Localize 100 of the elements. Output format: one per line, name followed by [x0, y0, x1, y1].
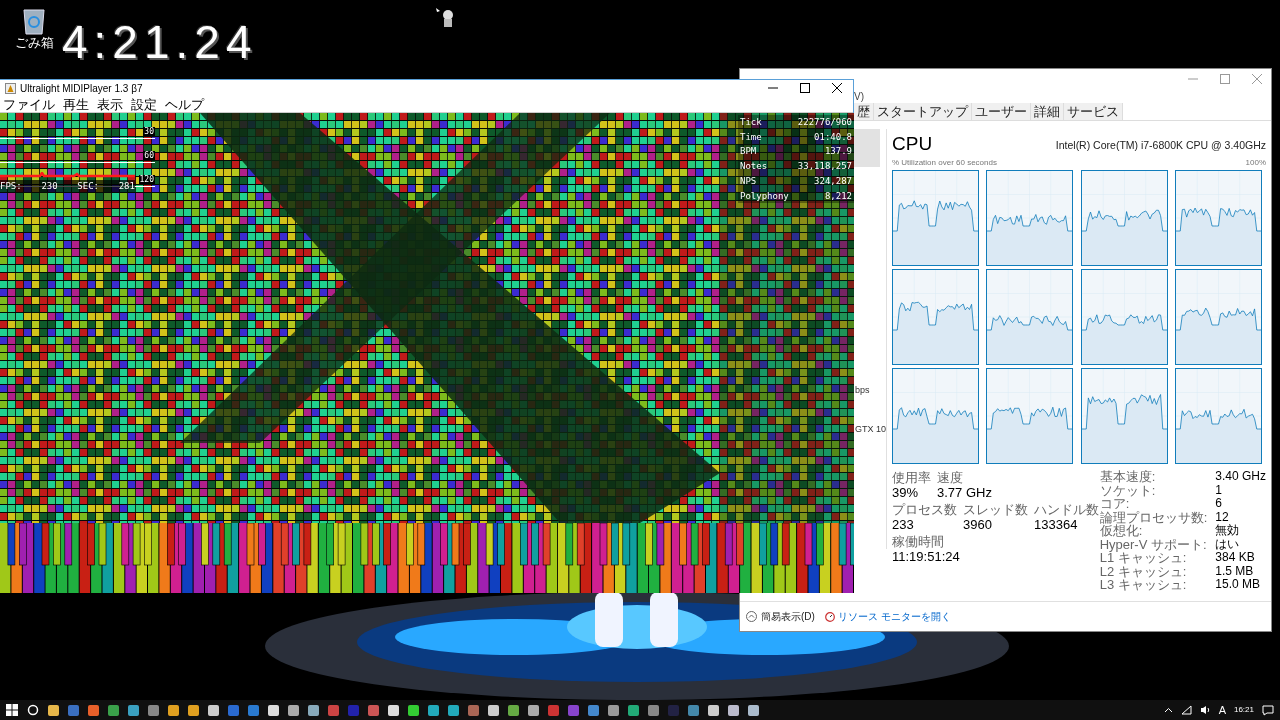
app-icon: [5, 83, 16, 94]
stat-label: Tick: [740, 116, 763, 129]
detail-label: L3 キャッシュ:: [1099, 578, 1188, 592]
taskbar-app-icon[interactable]: [168, 704, 179, 716]
taskbar-app-icon[interactable]: [708, 704, 719, 716]
menu-item[interactable]: 表示: [97, 97, 123, 112]
stat-label: Notes: [740, 160, 769, 174]
tab[interactable]: 歴: [854, 103, 874, 120]
taskbar-app-icon[interactable]: [528, 704, 539, 716]
detail-label: Hyper-V サポート:: [1099, 537, 1208, 551]
windows-logo-icon[interactable]: [6, 704, 18, 716]
menu-item[interactable]: ヘルプ: [165, 97, 204, 112]
taskbar-app-icon[interactable]: [728, 704, 739, 716]
detail-label: L2 キャッシュ:: [1099, 564, 1188, 578]
desktop-icon-label[interactable]: ごみ箱: [14, 36, 54, 50]
detail-value: 6: [1215, 497, 1223, 511]
gauge-icon: [824, 611, 835, 622]
taskbar-app-icon[interactable]: [508, 704, 519, 716]
stat-value: 324,287: [813, 174, 852, 188]
close-icon[interactable]: [831, 81, 843, 95]
menu-item[interactable]: 再生: [63, 97, 89, 112]
stat-label: Polyphony: [740, 189, 789, 203]
sidebar-text: bps: [855, 384, 870, 397]
stat-value: 8,212: [823, 189, 852, 203]
taskbar-app-icon[interactable]: [428, 704, 439, 716]
detail-label: ソケット:: [1099, 483, 1157, 497]
sec-label: SEC:: [77, 181, 99, 191]
fewer-details-button[interactable]: 簡易表示(D): [746, 609, 815, 624]
stat-value: 01:40.8: [813, 130, 852, 144]
graph-axis-label: 60: [143, 151, 155, 160]
stat-label: 速度: [937, 470, 964, 485]
graph-caption: % Utilization over 60 seconds: [892, 157, 997, 169]
taskbar-app-icon[interactable]: [488, 704, 499, 716]
taskbar-app-icon[interactable]: [108, 704, 119, 716]
cpu-heading: CPU: [892, 132, 933, 156]
fps-label: FPS:: [0, 181, 22, 191]
tab[interactable]: スタートアップ: [874, 103, 972, 120]
taskbar-app-icon[interactable]: [128, 704, 139, 716]
taskbar-app-icon[interactable]: [288, 704, 299, 716]
stat-value: 39%: [892, 485, 920, 501]
tab[interactable]: サービス: [1064, 103, 1123, 120]
tab[interactable]: ユーザー: [972, 103, 1031, 120]
stat-value: 133364: [1034, 517, 1079, 533]
stat-value: 3960: [963, 517, 993, 533]
ime-indicator[interactable]: A: [1218, 701, 1226, 719]
sidebar-text: GTX 10: [855, 423, 886, 436]
wifi-icon[interactable]: [1180, 705, 1192, 715]
graph-axis-label: 30: [143, 127, 155, 136]
detail-value: 1.5 MB: [1215, 564, 1255, 578]
taskbar-clock[interactable]: 16:21: [1233, 704, 1254, 716]
chevron-up-icon[interactable]: [1163, 705, 1173, 715]
window-title: Ultralight MIDIPlayer 1.3 β7: [20, 82, 143, 96]
stat-label: スレッド数: [963, 502, 1028, 517]
graph-max-label: 100%: [1245, 157, 1266, 169]
mascot-icon[interactable]: [436, 8, 456, 28]
menu-item[interactable]: 設定: [131, 97, 157, 112]
taskbar-app-icon[interactable]: [628, 704, 639, 716]
graph-axis-label: 120: [138, 175, 155, 184]
detail-label: 仮想化:: [1099, 524, 1144, 538]
stat-label: プロセス数: [892, 502, 957, 517]
sec-value: 281: [118, 181, 135, 191]
search-icon[interactable]: [27, 704, 39, 716]
detail-label: コア:: [1099, 497, 1130, 511]
taskbar-app-icon[interactable]: [188, 704, 199, 716]
stat-label: NPS: [740, 174, 758, 188]
stat-value: 33,118,257: [796, 160, 852, 174]
resource-monitor-link[interactable]: リソース モニターを開く: [824, 609, 951, 624]
speaker-icon[interactable]: [1199, 705, 1211, 715]
taskbar-app-icon[interactable]: [268, 704, 279, 716]
taskbar-app-icon[interactable]: [408, 704, 419, 716]
detail-value: 12: [1215, 510, 1230, 524]
notification-icon[interactable]: [1262, 704, 1274, 716]
stat-label: Time: [740, 130, 763, 144]
stat-value: 222776/960: [796, 116, 852, 129]
stat-value: 11:19:51:24: [892, 549, 960, 565]
stat-label: BPM: [740, 145, 758, 159]
taskbar-app-icon[interactable]: [748, 704, 759, 716]
detail-value: 無効: [1215, 524, 1241, 538]
stat-label: 稼働時間: [892, 534, 945, 549]
taskbar-app-icon[interactable]: [308, 704, 319, 716]
taskbar-app-icon[interactable]: [48, 704, 59, 716]
sidebar-panel: [854, 129, 880, 167]
stat-value: 137.9: [823, 145, 852, 159]
menu-item[interactable]: ファイル: [3, 97, 55, 112]
detail-value: 3.40 GHz: [1215, 470, 1266, 484]
stat-value: 3.77 GHz: [937, 485, 992, 501]
detail-label: 論理プロセッサ数:: [1099, 510, 1208, 524]
fps-value: 230: [41, 181, 58, 191]
detail-value: はい: [1215, 537, 1241, 551]
taskbar-app-icon[interactable]: [388, 704, 399, 716]
tab[interactable]: 詳細: [1031, 103, 1064, 120]
stat-label: 使用率: [892, 470, 931, 485]
taskbar-app-icon[interactable]: [208, 704, 219, 716]
maximize-icon[interactable]: [799, 81, 811, 95]
taskbar-app-icon[interactable]: [608, 704, 619, 716]
stat-label: ハンドル数: [1034, 502, 1099, 517]
detail-label: L1 キャッシュ:: [1099, 551, 1188, 565]
menu-item[interactable]: V): [854, 89, 864, 104]
recycle-bin-icon[interactable]: [20, 6, 48, 36]
taskbar-app-icon[interactable]: [448, 704, 459, 716]
